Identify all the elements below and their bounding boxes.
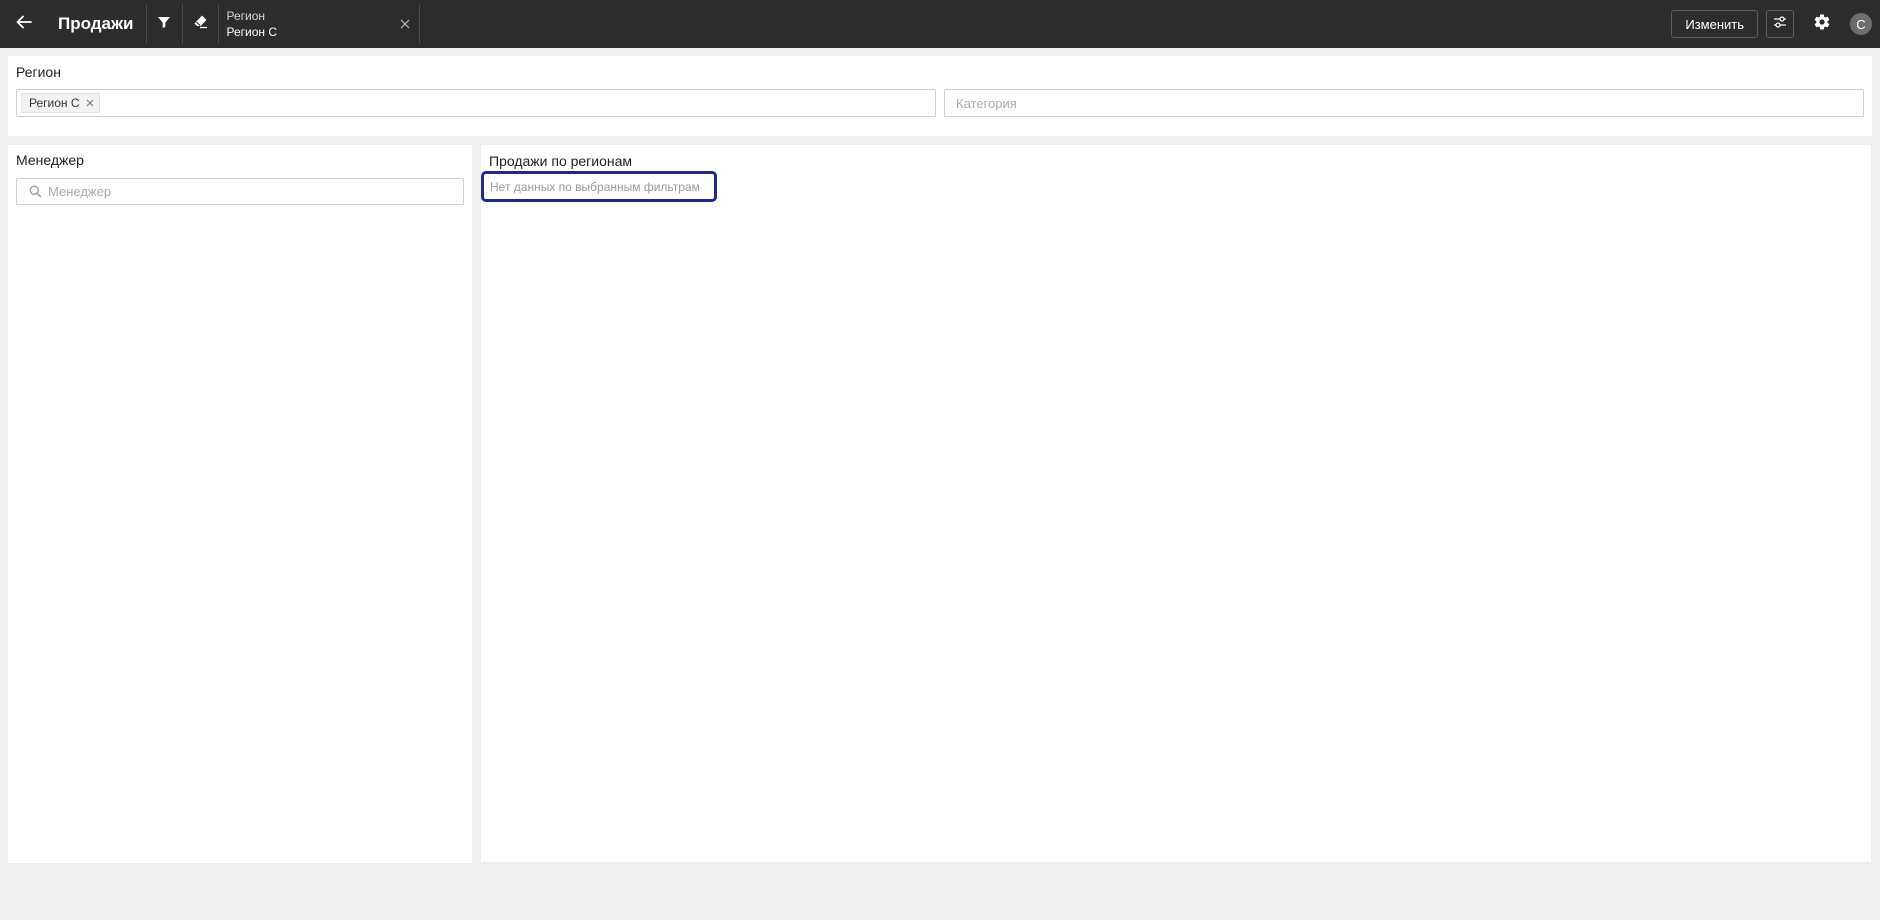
chart-title: Продажи по регионам xyxy=(489,153,633,169)
clear-filters-button[interactable] xyxy=(183,0,218,48)
search-icon xyxy=(29,185,42,198)
avatar[interactable]: С xyxy=(1850,13,1872,35)
arrow-left-icon xyxy=(15,13,33,36)
region-select[interactable]: Регион С xyxy=(16,89,936,117)
close-icon[interactable] xyxy=(397,16,413,32)
no-data-message: Нет данных по выбранным фильтрам xyxy=(481,171,717,202)
active-filter-label: Регион xyxy=(226,9,266,23)
filter-panel-title: Регион xyxy=(16,64,61,80)
settings-button[interactable] xyxy=(1808,10,1836,38)
filter-button[interactable] xyxy=(147,0,182,48)
divider xyxy=(418,4,420,44)
manager-panel: Менеджер xyxy=(8,145,472,863)
top-bar: Продажи Регион Регион С Изменить С xyxy=(0,0,1880,48)
sales-by-region-panel: Продажи по регионам Нет данных по выбран… xyxy=(481,145,1871,862)
manager-panel-title: Менеджер xyxy=(16,152,84,168)
tag-label: Регион С xyxy=(29,96,80,110)
close-icon[interactable] xyxy=(86,99,94,107)
page-title: Продажи xyxy=(58,14,134,33)
category-placeholder: Категория xyxy=(956,95,1017,111)
selected-tag: Регион С xyxy=(21,93,100,113)
active-filter-chip[interactable]: Регион Регион С xyxy=(219,0,419,48)
filter-panel: Регион Регион С Категория xyxy=(8,56,1872,136)
sliders-icon xyxy=(1773,15,1787,34)
edit-button[interactable]: Изменить xyxy=(1671,10,1758,38)
sliders-button[interactable] xyxy=(1766,10,1794,38)
gear-icon xyxy=(1813,13,1831,36)
active-filter-value: Регион С xyxy=(226,25,278,39)
manager-search-input[interactable] xyxy=(48,184,448,199)
back-button[interactable] xyxy=(0,0,48,48)
eraser-icon xyxy=(193,14,208,34)
manager-search xyxy=(16,178,464,205)
funnel-icon xyxy=(157,15,171,34)
category-select[interactable]: Категория xyxy=(944,89,1864,117)
